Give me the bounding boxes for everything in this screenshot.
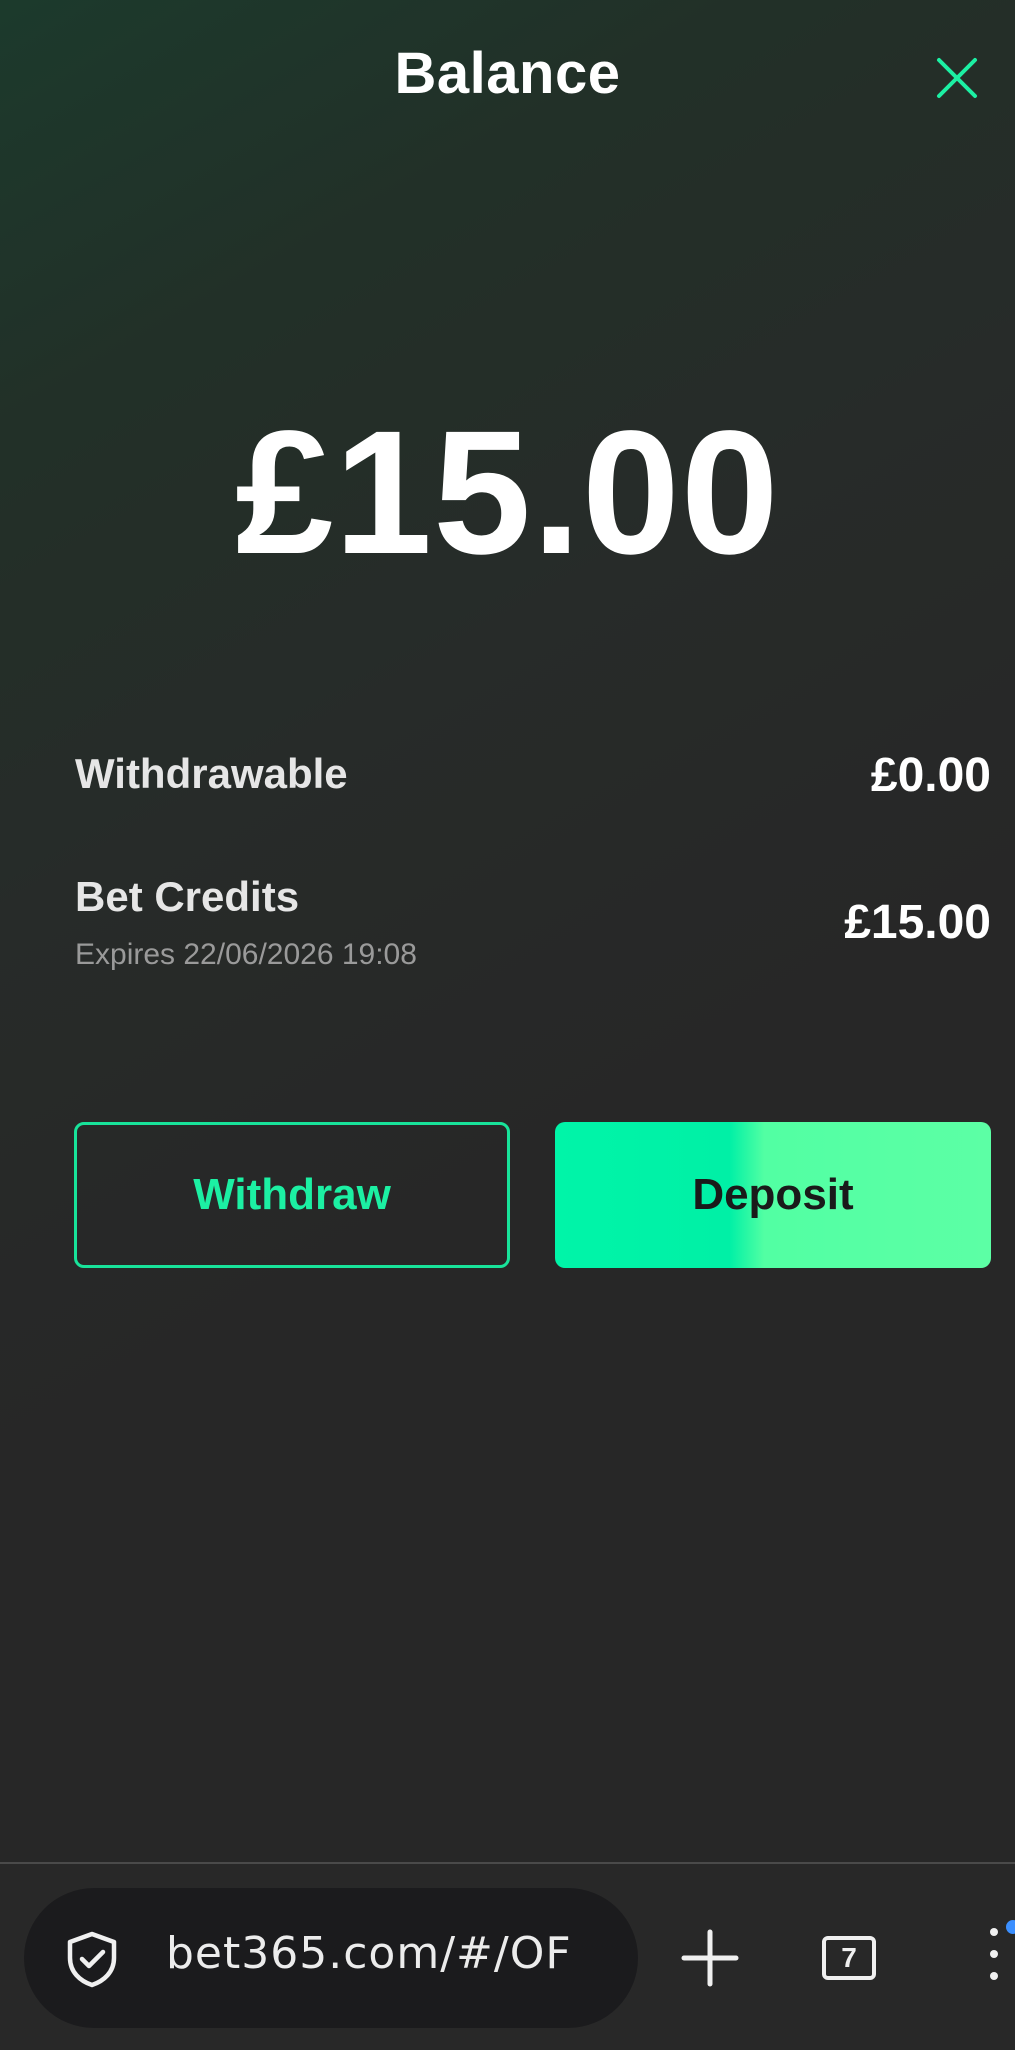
total-balance: £15.00	[235, 395, 780, 591]
close-button[interactable]	[929, 50, 985, 106]
bet-credits-label: Bet Credits	[75, 873, 300, 920]
address-bar[interactable]: bet365.com/#/OF	[24, 1888, 638, 2028]
page-title: Balance	[394, 41, 621, 106]
withdrawable-label: Withdrawable	[75, 750, 348, 797]
bet-credits-expiry: Expires 22/06/2026 19:08	[75, 938, 417, 971]
withdraw-button[interactable]: Withdraw	[74, 1122, 510, 1268]
more-vert-icon[interactable]	[984, 1928, 1004, 1992]
browser-toolbar: bet365.com/#/OF 7	[0, 1862, 1015, 2050]
close-icon	[937, 58, 977, 98]
deposit-button[interactable]: Deposit	[555, 1122, 991, 1268]
plus-icon[interactable]	[680, 1928, 740, 1988]
tab-switcher-button[interactable]: 7	[822, 1936, 876, 1980]
withdrawable-value: £0.00	[870, 749, 991, 802]
balance-screen: Balance £15.00 Withdrawable £0.00 Bet Cr…	[0, 0, 1015, 1862]
shield-check-icon	[67, 1931, 117, 1988]
notification-dot	[1006, 1920, 1015, 1934]
bet-credits-value: £15.00	[844, 896, 991, 949]
url-text: bet365.com/#/OF	[166, 1928, 572, 1979]
